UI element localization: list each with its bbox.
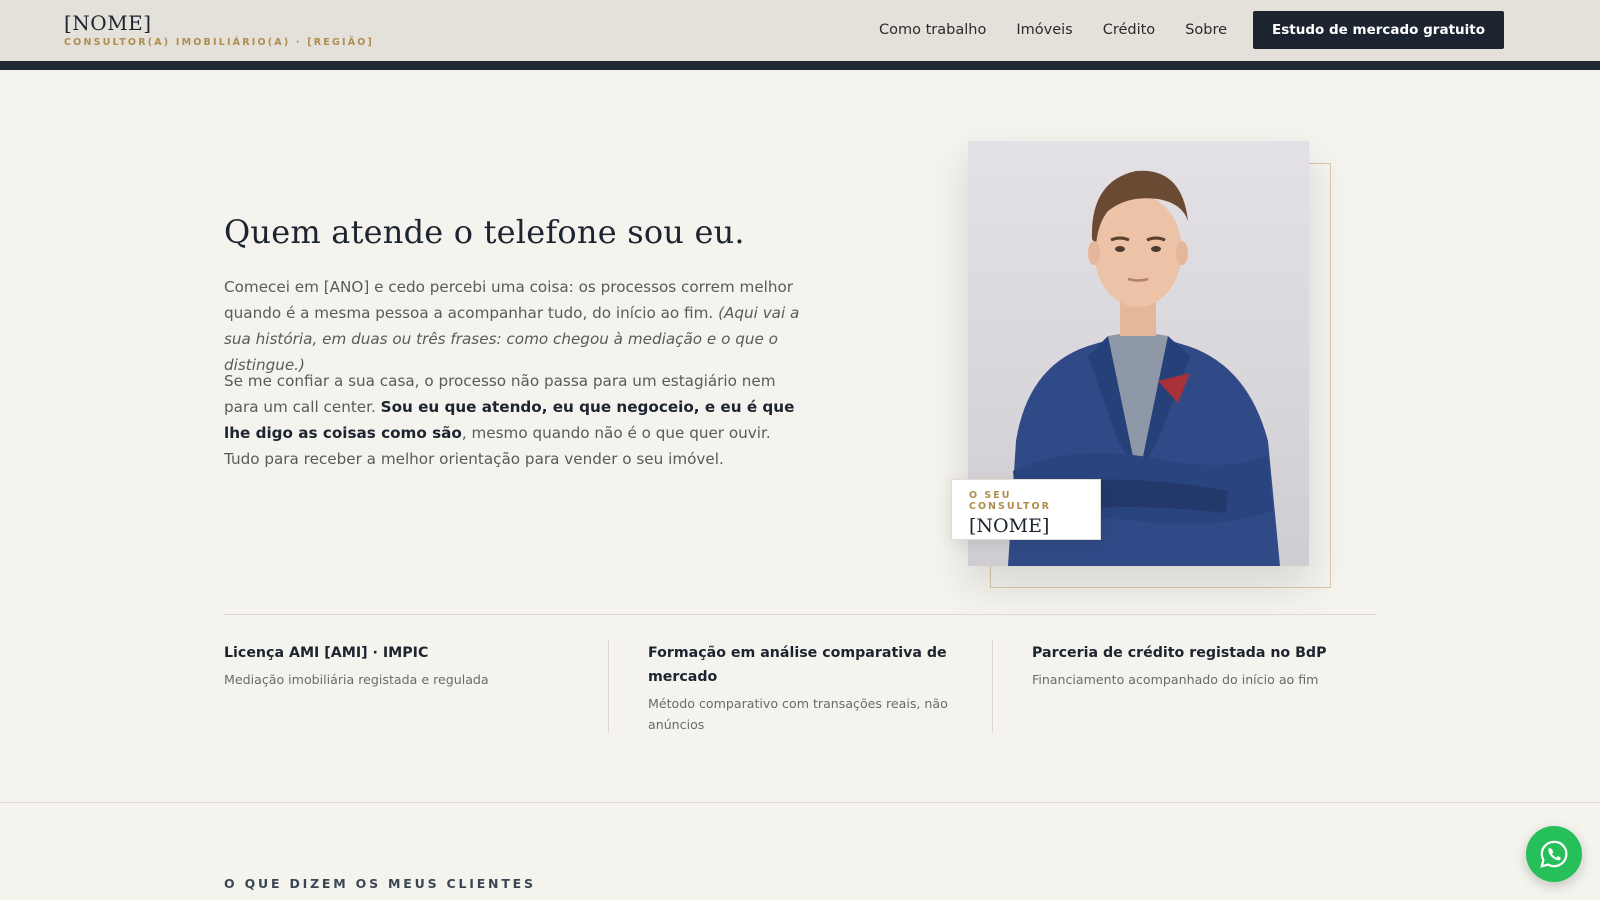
credential-description: Método comparativo com transações reais,… <box>648 696 948 732</box>
brand-name: [NOME] <box>64 11 152 35</box>
credential-separator <box>608 640 609 732</box>
about-paragraph-1: Comecei em [ANO] e cedo percebi uma cois… <box>224 274 814 378</box>
credential-description: Mediação imobiliária registada e regulad… <box>224 672 489 687</box>
credential-item: Formação em análise comparativa de merca… <box>648 641 948 735</box>
section-divider <box>0 802 1600 803</box>
consultant-name-card: O SEU CONSULTOR [NOME] <box>951 479 1101 540</box>
testimonials-section-label: O QUE DIZEM OS MEUS CLIENTES <box>224 876 536 891</box>
credential-title: Licença AMI [AMI] · IMPIC <box>224 645 429 661</box>
nav-link-imoveis[interactable]: Imóveis <box>1016 22 1072 38</box>
about-title: Quem atende o telefone sou eu. <box>224 213 745 251</box>
credential-title: Parceria de crédito registada no BdP <box>1032 645 1327 661</box>
market-study-cta-button[interactable]: Estudo de mercado gratuito <box>1253 11 1504 49</box>
about-p3: Tudo para receber a melhor orientação pa… <box>224 450 724 468</box>
credentials-divider <box>224 614 1376 615</box>
brand-logo[interactable]: [NOME] CONSULTOR(A) IMOBILIÁRIO(A) · [RE… <box>64 11 374 48</box>
credential-title: Formação em análise comparativa de merca… <box>648 645 947 685</box>
whatsapp-chat-button[interactable] <box>1526 826 1582 882</box>
about-p1-text: Comecei em [ANO] e cedo percebi uma cois… <box>224 278 794 322</box>
about-paragraph-2: Se me confiar a sua casa, o processo não… <box>224 368 814 472</box>
consultant-card-label: O SEU CONSULTOR <box>969 490 1051 512</box>
nav-link-credito[interactable]: Crédito <box>1103 22 1155 38</box>
about-p2-end: , mesmo quando não é o que quer ouvir. <box>461 424 771 442</box>
credential-item: Parceria de crédito registada no BdP Fin… <box>1032 641 1352 690</box>
credential-description: Financiamento acompanhado do início ao f… <box>1032 672 1319 687</box>
nav-link-sobre[interactable]: Sobre <box>1185 22 1227 38</box>
main-nav: Como trabalho Imóveis Crédito Sobre Estu… <box>879 11 1504 49</box>
brand-subtitle: CONSULTOR(A) IMOBILIÁRIO(A) · [REGIÃO] <box>64 37 375 48</box>
whatsapp-icon <box>1540 840 1568 868</box>
nav-link-como-trabalho[interactable]: Como trabalho <box>879 22 986 38</box>
credential-item: Licença AMI [AMI] · IMPIC Mediação imobi… <box>224 641 584 690</box>
credential-separator <box>992 640 993 732</box>
consultant-card-name: [NOME] <box>969 515 1050 537</box>
header-accent-strip <box>0 61 1600 70</box>
site-header: [NOME] CONSULTOR(A) IMOBILIÁRIO(A) · [RE… <box>0 0 1600 61</box>
